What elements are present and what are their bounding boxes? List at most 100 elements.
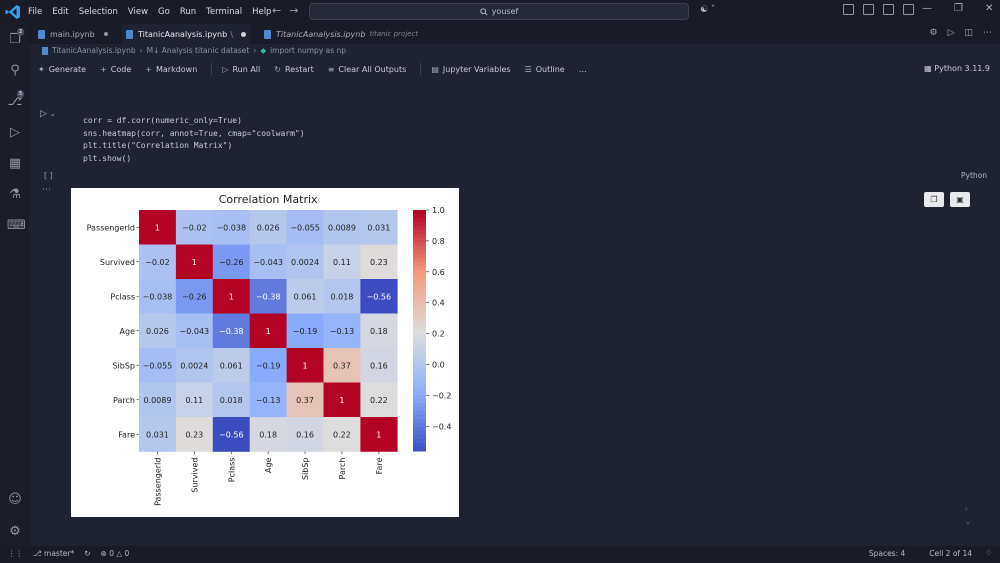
add-markdown-button[interactable]: + Markdown <box>145 65 197 74</box>
more-label: … <box>578 64 587 74</box>
tab-description: titanic project <box>369 30 419 38</box>
clear-all-outputs-button[interactable]: ≡ Clear All Outputs <box>328 65 407 74</box>
more-toolbar-button[interactable]: … <box>579 65 587 74</box>
correlation-heatmap: Correlation Matrix 1 −0.02 −0.038 0.026 −0.05… <box>87 193 452 506</box>
sync-icon[interactable]: ↻ <box>84 549 90 558</box>
cell-label: 0.031 <box>367 223 390 232</box>
copilot-icon[interactable]: ☯ ˇ <box>700 5 715 15</box>
colorbar-tick-label: 0.6 <box>432 268 445 277</box>
menu-run[interactable]: Run <box>180 7 196 17</box>
output-actions: ❐ ▣ <box>924 192 970 207</box>
minimize-icon[interactable]: — <box>922 3 932 14</box>
variables-label: Jupyter Variables <box>442 64 511 74</box>
tab-main[interactable]: main.ipynb <box>38 24 116 44</box>
colorbar-segment <box>413 426 426 432</box>
colorbar-segment <box>413 318 426 323</box>
generate-button[interactable]: ✦ Generate <box>38 65 86 74</box>
save-output-icon[interactable]: ▣ <box>950 192 970 207</box>
remote-icon[interactable]: ⋮⋮ <box>8 549 23 558</box>
toggle-sidebar-icon[interactable] <box>843 4 854 15</box>
account-icon[interactable]: ☺ <box>7 492 23 508</box>
tab-titanic-active[interactable]: TitanicAanalysis.ipynb \ <box>122 24 250 44</box>
colorbar-tick-label: 0.4 <box>432 299 445 308</box>
run-all-button[interactable]: ▷ Run All <box>222 65 260 74</box>
nav-arrows: ←→ <box>272 4 306 17</box>
unsaved-dot-icon[interactable] <box>240 31 246 37</box>
tab-titanic-preview[interactable]: TitanicAanalysis.ipynb titanic project <box>264 24 434 44</box>
back-arrow-icon[interactable]: ← <box>272 4 289 17</box>
cell-language[interactable]: Python <box>961 171 987 180</box>
copy-output-icon[interactable]: ❐ <box>924 192 944 207</box>
cell-label: 1 <box>155 223 160 232</box>
menu-file[interactable]: File <box>28 7 42 17</box>
customize-layout-icon[interactable] <box>903 4 914 15</box>
editor-actions: ⚙ ▷ ◫ ⋯ <box>929 28 992 38</box>
explorer-icon[interactable]: ❐ 2 <box>7 28 25 48</box>
extensions-icon[interactable]: ▦ <box>7 156 23 172</box>
problems-indicator[interactable]: ⊗ 0 △ 0 <box>101 549 130 558</box>
colorbar-segment <box>413 346 426 352</box>
variables-icon: ▤ <box>431 64 439 74</box>
clear-all-icon: ≡ <box>327 64 335 74</box>
run-icon[interactable]: ▷ <box>948 28 955 38</box>
menu-selection[interactable]: Selection <box>79 7 118 17</box>
cell-label: −0.13 <box>330 327 355 336</box>
x-tick-label: PassengerId <box>153 458 162 506</box>
colorbar-segment <box>413 286 426 291</box>
chevron-down-icon[interactable]: ⌄ <box>50 110 56 118</box>
forward-arrow-icon[interactable]: → <box>289 4 306 17</box>
toggle-panel-icon[interactable] <box>863 4 874 15</box>
run-all-label: Run All <box>232 64 261 74</box>
colorbar-tick-label: 0.2 <box>432 330 445 339</box>
split-editor-icon[interactable]: ◫ <box>964 28 973 38</box>
outline-button[interactable]: ☰ Outline <box>525 65 565 74</box>
command-center-search[interactable]: yousef <box>309 3 689 20</box>
source-control-icon[interactable]: ⎇ 5 <box>7 90 25 110</box>
colorbar-segment <box>413 358 426 364</box>
colorbar-segment <box>413 226 426 231</box>
source-control-badge: 5 <box>17 90 25 98</box>
close-icon[interactable]: ✕ <box>985 3 993 14</box>
breadcrumb-file[interactable]: TitanicAanalysis.ipynb <box>52 46 136 55</box>
restart-button[interactable]: ↻ Restart <box>274 65 313 74</box>
cell-label: −0.19 <box>256 361 281 370</box>
cell-label: 1 <box>303 361 308 370</box>
output-menu-icon[interactable]: ⋯ <box>42 185 51 195</box>
search-icon[interactable]: ⚲ <box>7 63 23 79</box>
settings-gear-icon[interactable]: ⚙ <box>7 524 23 540</box>
menu-view[interactable]: View <box>128 7 148 17</box>
add-code-button[interactable]: + Code <box>100 65 131 74</box>
breadcrumb-cell[interactable]: import numpy as np <box>270 46 346 55</box>
kernel-picker[interactable]: ▦ Python 3.11.9 <box>924 64 990 73</box>
cell-label: −0.055 <box>290 223 320 232</box>
tab-suffix: \ <box>230 29 233 39</box>
cell-label: −0.055 <box>143 361 173 370</box>
indentation-indicator[interactable]: Spaces: 4 <box>869 549 905 558</box>
menu-help[interactable]: Help <box>252 7 271 17</box>
testing-icon[interactable]: ⚗ <box>7 187 23 203</box>
breadcrumb-section[interactable]: M↓ Analysis titanic dataset <box>147 46 250 55</box>
settings-gear-icon[interactable]: ⚙ <box>929 28 937 38</box>
run-debug-icon[interactable]: ▷ <box>7 125 23 141</box>
colorbar-segment <box>413 250 426 255</box>
colorbar-segment <box>413 294 426 299</box>
cell-label: 0.16 <box>296 430 314 439</box>
cell-label: 0.0089 <box>328 223 356 232</box>
sparkle-icon: ✦ <box>38 64 45 74</box>
run-cell-button[interactable]: ▷ ⌄ <box>40 109 56 119</box>
maximize-icon[interactable]: ❐ <box>954 3 963 14</box>
menu-go[interactable]: Go <box>158 7 170 17</box>
cell-label: 0.18 <box>259 430 277 439</box>
notifications-bell-icon[interactable]: ♢ <box>985 548 992 557</box>
menu-edit[interactable]: Edit <box>52 7 68 17</box>
cell-indicator[interactable]: Cell 2 of 14 <box>929 549 972 558</box>
code-editor[interactable]: corr = df.corr(numeric_only=True) sns.he… <box>83 115 305 165</box>
status-bar: ⋮⋮ ⎇ master* ↻ ⊗ 0 △ 0 Spaces: 4 Cell 2 … <box>0 546 1000 563</box>
jupyter-variables-button[interactable]: ▤ Jupyter Variables <box>431 65 510 74</box>
window-controls: — ❐ ✕ <box>922 3 993 14</box>
menu-terminal[interactable]: Terminal <box>206 7 242 17</box>
python-icon[interactable]: ⌨ <box>7 218 26 234</box>
branch-indicator[interactable]: ⎇ master* <box>33 549 74 558</box>
more-actions-icon[interactable]: ⋯ <box>983 28 992 38</box>
toggle-secondary-sidebar-icon[interactable] <box>883 4 894 15</box>
